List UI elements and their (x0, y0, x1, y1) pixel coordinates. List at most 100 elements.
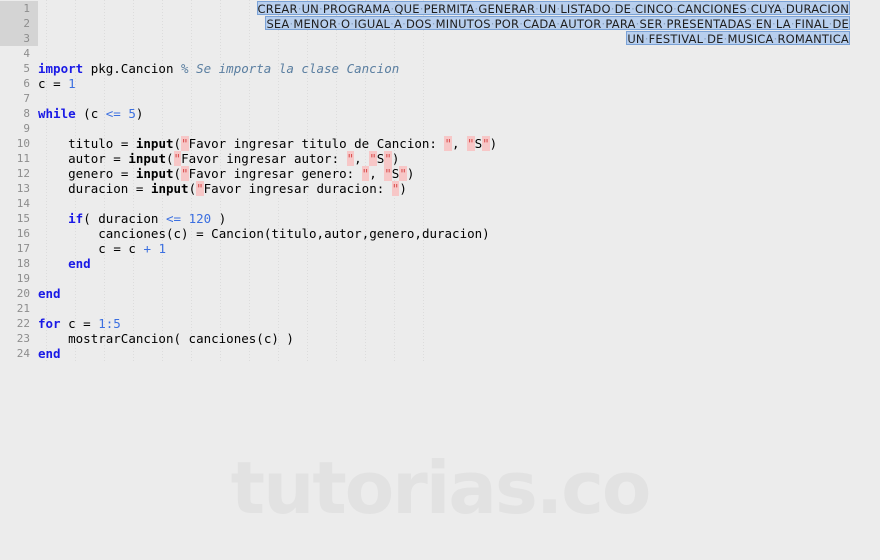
line-number[interactable]: 17 (0, 241, 38, 256)
code-line[interactable]: autor = input("Favor ingresar autor: ", … (38, 151, 880, 166)
string-quote: " (181, 136, 189, 151)
code-line[interactable]: end (38, 346, 880, 361)
line-number[interactable]: 21 (0, 301, 38, 316)
blank-line[interactable] (38, 121, 880, 136)
word: DE (614, 2, 632, 16)
operator-token: <= (105, 106, 121, 121)
code-line[interactable]: canciones(c) = Cancion(titulo,autor,gene… (38, 226, 880, 241)
line-number[interactable]: 15 (0, 211, 38, 226)
punctuation-token (211, 211, 219, 226)
code-area[interactable]: CREAR·UN·PROGRAMA·QUE·PERMITA·GENERAR·UN… (38, 0, 880, 560)
punctuation-token: = (113, 241, 121, 256)
code-line[interactable]: UN·FESTIVAL·DE·MUSICA·ROMANTICA (38, 31, 880, 46)
punctuation-token: ) (391, 151, 400, 166)
blank-line[interactable] (38, 46, 880, 61)
string-quote: " (444, 136, 452, 151)
punctuation-token: = (83, 316, 91, 331)
punctuation-token (128, 181, 136, 196)
identifier-token: Cancion (211, 226, 264, 241)
line-number[interactable]: 6 (0, 76, 38, 91)
code-line[interactable]: duracion = input("Favor ingresar duracio… (38, 181, 880, 196)
word: PRESENTADAS (666, 17, 752, 31)
keyword-token: while (38, 106, 76, 121)
line-number-gutter[interactable]: 1 2 3 4 5 6 7 8 9 10 11 12 13 14 15 16 1… (0, 0, 38, 560)
word: FESTIVAL (648, 32, 704, 46)
line-number[interactable]: 22 (0, 316, 38, 331)
code-line[interactable]: if( duracion <= 120 ) (38, 211, 880, 226)
identifier-token: duracion (68, 181, 129, 196)
punctuation-token: , (369, 166, 377, 181)
line-number[interactable]: 18 (0, 256, 38, 271)
punctuation-token (61, 241, 69, 256)
identifier-token: canciones (188, 331, 257, 346)
code-line[interactable]: while (c <= 5) (38, 106, 880, 121)
code-line[interactable]: titulo = input("Favor ingresar titulo de… (38, 136, 880, 151)
line-number[interactable]: 12 (0, 166, 38, 181)
code-lines[interactable]: CREAR·UN·PROGRAMA·QUE·PERMITA·GENERAR·UN… (38, 1, 880, 361)
line-number[interactable]: 5 (0, 61, 38, 76)
code-line[interactable]: end (38, 286, 880, 301)
identifier-token: c (173, 226, 182, 241)
selected-comment-line[interactable]: SEA·MENOR·O·IGUAL·A·DOS·MINUTOS·POR·CADA… (265, 16, 850, 31)
code-line[interactable]: c = c + 1 (38, 241, 880, 256)
code-line[interactable]: c = 1 (38, 76, 880, 91)
line-number[interactable]: 13 (0, 181, 38, 196)
identifier-token: titulo (68, 136, 114, 151)
code-line[interactable]: genero = input("Favor ingresar genero: "… (38, 166, 880, 181)
punctuation-token (53, 226, 61, 241)
line-number[interactable]: 23 (0, 331, 38, 346)
punctuation-token (38, 211, 46, 226)
word: DURACION (785, 2, 849, 16)
word: A (394, 17, 403, 31)
line-number[interactable]: 10 (0, 136, 38, 151)
punctuation-token (38, 241, 46, 256)
blank-line[interactable] (38, 91, 880, 106)
word: SEA (266, 17, 290, 31)
blank-line[interactable] (38, 271, 880, 286)
code-line[interactable]: CREAR·UN·PROGRAMA·QUE·PERMITA·GENERAR·UN… (38, 1, 880, 16)
line-number[interactable]: 14 (0, 196, 38, 211)
word: EN (755, 17, 773, 31)
comment-token: % Se importa la clase Cancion (181, 61, 400, 76)
number-token: 1 (68, 76, 76, 91)
line-number[interactable]: 8 (0, 106, 38, 121)
punctuation-token: ( (188, 181, 197, 196)
punctuation-token: ) (482, 226, 490, 241)
line-number[interactable]: 16 (0, 226, 38, 241)
string-quote: " (369, 151, 377, 166)
code-line[interactable]: SEA·MENOR·O·IGUAL·A·DOS·MINUTOS·POR·CADA… (38, 16, 880, 31)
line-number[interactable]: 3 (0, 31, 38, 46)
line-number[interactable]: 19 (0, 271, 38, 286)
punctuation-token (46, 76, 54, 91)
selected-comment-line[interactable]: UN·FESTIVAL·DE·MUSICA·ROMANTICA (626, 31, 850, 46)
blank-line[interactable] (38, 196, 880, 211)
punctuation-token (38, 166, 46, 181)
word: UN (627, 32, 645, 46)
punctuation-token (46, 256, 54, 271)
line-number[interactable]: 20 (0, 286, 38, 301)
code-line[interactable]: import pkg.Cancion % Se importa la clase… (38, 61, 880, 76)
punctuation-token: ) (399, 181, 407, 196)
selected-comment-line[interactable]: CREAR·UN·PROGRAMA·QUE·PERMITA·GENERAR·UN… (256, 1, 850, 16)
code-line[interactable]: end (38, 256, 880, 271)
line-number[interactable]: 24 (0, 346, 38, 361)
line-number[interactable]: 1 (0, 1, 38, 16)
punctuation-token: ( (83, 211, 91, 226)
identifier-token: c (38, 76, 46, 91)
word: PERMITA (423, 2, 475, 16)
keyword-token: end (38, 286, 61, 301)
line-number[interactable]: 4 (0, 46, 38, 61)
word: LISTADO (560, 2, 611, 16)
punctuation-token (68, 241, 76, 256)
line-number[interactable]: 11 (0, 151, 38, 166)
line-number[interactable]: 2 (0, 16, 38, 31)
blank-line[interactable] (38, 301, 880, 316)
code-line[interactable]: for c = 1:5 (38, 316, 880, 331)
punctuation-token: . (113, 61, 121, 76)
line-number[interactable]: 9 (0, 121, 38, 136)
code-editor[interactable]: 1 2 3 4 5 6 7 8 9 10 11 12 13 14 15 16 1… (0, 0, 880, 560)
code-line[interactable]: mostrarCancion( canciones(c) ) (38, 331, 880, 346)
punctuation-token (38, 136, 46, 151)
line-number[interactable]: 7 (0, 91, 38, 106)
word: CINCO (634, 2, 674, 16)
